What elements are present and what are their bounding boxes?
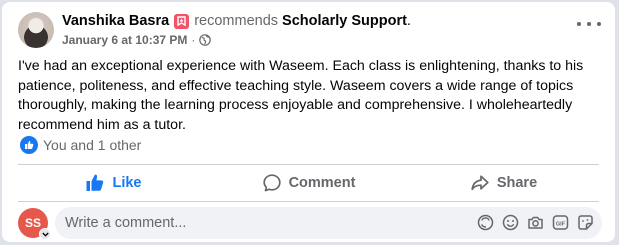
meta-separator: · [191, 33, 196, 47]
like-button[interactable]: Like [16, 167, 211, 199]
avatar-sticker-icon[interactable] [477, 214, 494, 231]
recommendation-icon [174, 13, 190, 29]
svg-text:GIF: GIF [556, 221, 566, 227]
author-name[interactable]: Vanshika Basra [62, 13, 169, 29]
comment-input[interactable] [65, 207, 465, 239]
commenter-avatar[interactable]: SS [18, 208, 51, 240]
divider [18, 164, 599, 165]
action-text: recommends [194, 13, 279, 29]
comment-tools: GIF [477, 214, 594, 231]
post-body: I've had an exceptional experience with … [18, 58, 584, 133]
post-meta: January 6 at 10:37 PM · [62, 33, 212, 47]
emoji-icon[interactable] [502, 214, 519, 231]
like-label: Like [112, 175, 142, 191]
comment-icon [262, 174, 281, 192]
timestamp-link[interactable]: January 6 at 10:37 PM [62, 33, 187, 47]
camera-icon[interactable] [527, 214, 544, 231]
period: . [406, 13, 411, 29]
thumbs-up-icon [86, 174, 104, 191]
comment-box: GIF [55, 207, 602, 239]
gif-icon[interactable]: GIF [552, 214, 569, 231]
sticker-icon[interactable] [577, 214, 594, 231]
post-actions: Like Comment Share [16, 167, 601, 199]
globe-icon [199, 34, 212, 46]
divider [18, 201, 599, 202]
share-icon [471, 175, 489, 191]
commenter-initials: SS [24, 216, 41, 230]
share-label: Share [496, 175, 538, 191]
chevron-down-icon [39, 228, 51, 240]
post-header: Vanshika Basra recommends Scholarly Supp… [62, 13, 411, 29]
dot [597, 22, 601, 26]
more-options-button[interactable] [577, 19, 601, 29]
reactions-text: You and 1 other [43, 137, 142, 153]
post-card: Vanshika Basra recommends Scholarly Supp… [2, 2, 615, 242]
share-button[interactable]: Share [406, 167, 601, 199]
dot [577, 22, 581, 26]
comment-button[interactable]: Comment [211, 167, 406, 199]
dot [587, 22, 591, 26]
like-icon [20, 136, 38, 154]
page-name-link[interactable]: Scholarly Support [282, 13, 407, 29]
author-avatar[interactable] [18, 12, 54, 48]
reactions-summary[interactable]: You and 1 other [20, 136, 141, 154]
comment-label: Comment [288, 175, 356, 191]
